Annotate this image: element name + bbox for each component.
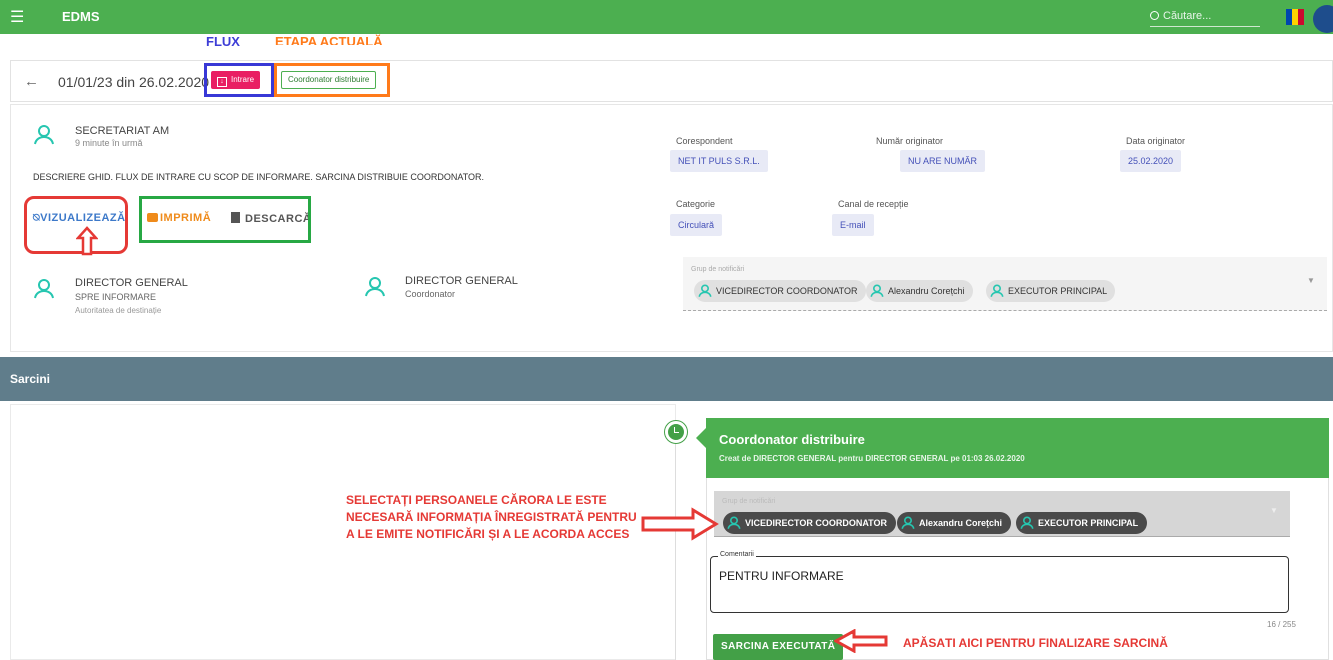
recipient-authority: Autoritatea de destinație xyxy=(75,306,162,315)
reception-channel-value: E-mail xyxy=(832,214,874,236)
chevron-down-icon[interactable]: ▼ xyxy=(1270,506,1278,515)
person-icon xyxy=(990,284,1004,297)
coordinator-name: DIRECTOR GENERAL xyxy=(405,275,518,287)
comment-label: Comentarii xyxy=(718,551,756,558)
person-icon xyxy=(365,277,385,297)
menu-icon[interactable]: ☰ xyxy=(10,7,24,27)
task-complete-button[interactable]: SARCINA EXECUTATĂ xyxy=(713,634,844,660)
tasks-section-bar xyxy=(0,357,1333,401)
originator-number-value: NU ARE NUMĂR xyxy=(900,150,986,172)
task-notification-chip[interactable]: VICEDIRECTOR COORDONATOR xyxy=(723,512,897,534)
notification-group-label: Grup de notificări xyxy=(691,266,745,273)
stage-badge: Coordonator distribuire xyxy=(281,71,377,89)
character-counter: 16 / 255 xyxy=(1267,620,1296,629)
originator-number-label: Număr originator xyxy=(876,136,944,146)
reception-channel-label: Canal de recepție xyxy=(838,199,909,209)
clock-icon xyxy=(665,421,687,443)
back-arrow-icon[interactable]: ← xyxy=(24,73,39,90)
person-icon xyxy=(698,284,712,297)
app-bar xyxy=(0,0,1333,34)
person-icon xyxy=(34,279,54,299)
annotation-select-notice: SELECTAȚI PERSOANELE CĂRORA LE ESTE NECE… xyxy=(346,493,637,541)
recipient-name: DIRECTOR GENERAL xyxy=(75,277,188,289)
search-input[interactable]: Căutare... xyxy=(1150,7,1260,27)
tasks-section-title: Sarcini xyxy=(10,372,51,386)
notification-chip[interactable]: Alexandru Corețchi xyxy=(866,280,973,302)
task-notification-chip[interactable]: Alexandru Corețchi xyxy=(897,512,1012,534)
person-icon xyxy=(901,516,915,530)
flow-badge: ↓ Intrare xyxy=(211,71,261,89)
person-icon xyxy=(1020,516,1034,530)
originator-date-label: Data originator xyxy=(1126,136,1186,146)
task-notification-group-label: Grup de notificări xyxy=(722,498,776,505)
chevron-down-icon[interactable]: ▼ xyxy=(1307,276,1315,285)
annotation-left-arrow-icon xyxy=(834,629,888,653)
timeline-line xyxy=(675,433,676,660)
annotation-flux: FLUX xyxy=(206,34,240,49)
task-notification-chip[interactable]: EXECUTOR PRINCIPAL xyxy=(1016,512,1148,534)
inbox-icon: ↓ xyxy=(217,77,227,87)
document-description: DESCRIERE GHID. FLUX DE INTRARE CU SCOP … xyxy=(33,172,485,182)
language-flag-icon[interactable] xyxy=(1286,9,1304,25)
originator-date-value: 25.02.2020 xyxy=(1120,150,1182,172)
correspondent-value: NET IT PULS S.R.L. xyxy=(670,150,768,172)
sender-name: SECRETARIAT AM xyxy=(75,125,170,137)
correspondent-label: Corespondent xyxy=(676,136,733,146)
notification-chip[interactable]: EXECUTOR PRINCIPAL xyxy=(986,280,1116,302)
app-title: EDMS xyxy=(62,9,100,24)
annotation-right-arrow-icon xyxy=(641,507,719,541)
annotation-etapa: ETAPA ACTUALĂ xyxy=(275,34,383,49)
coordinator-role: Coordonator xyxy=(405,289,456,299)
task-card-pointer xyxy=(696,428,706,448)
user-avatar[interactable] xyxy=(1313,5,1333,33)
person-icon xyxy=(727,516,741,530)
recipient-role: SPRE INFORMARE xyxy=(75,292,157,302)
task-title: Coordonator distribuire xyxy=(719,432,865,447)
category-value: Circulară xyxy=(670,214,723,236)
sender-time: 9 minute în urmă xyxy=(75,138,143,148)
document-id: 01/01/23 din 26.02.2020 xyxy=(58,74,210,90)
category-label: Categorie xyxy=(676,199,716,209)
annotation-up-arrow-icon xyxy=(76,226,98,256)
annotation-box-print-download xyxy=(139,196,311,243)
search-icon xyxy=(1150,11,1159,20)
person-icon xyxy=(34,125,54,145)
comment-textarea[interactable] xyxy=(710,556,1289,613)
task-subtitle: Creat de DIRECTOR GENERAL pentru DIRECTO… xyxy=(719,454,1025,463)
person-icon xyxy=(870,284,884,297)
comment-value: PENTRU INFORMARE xyxy=(719,569,844,583)
task-card-header xyxy=(706,418,1329,478)
notification-chip[interactable]: VICEDIRECTOR COORDONATOR xyxy=(694,280,866,302)
